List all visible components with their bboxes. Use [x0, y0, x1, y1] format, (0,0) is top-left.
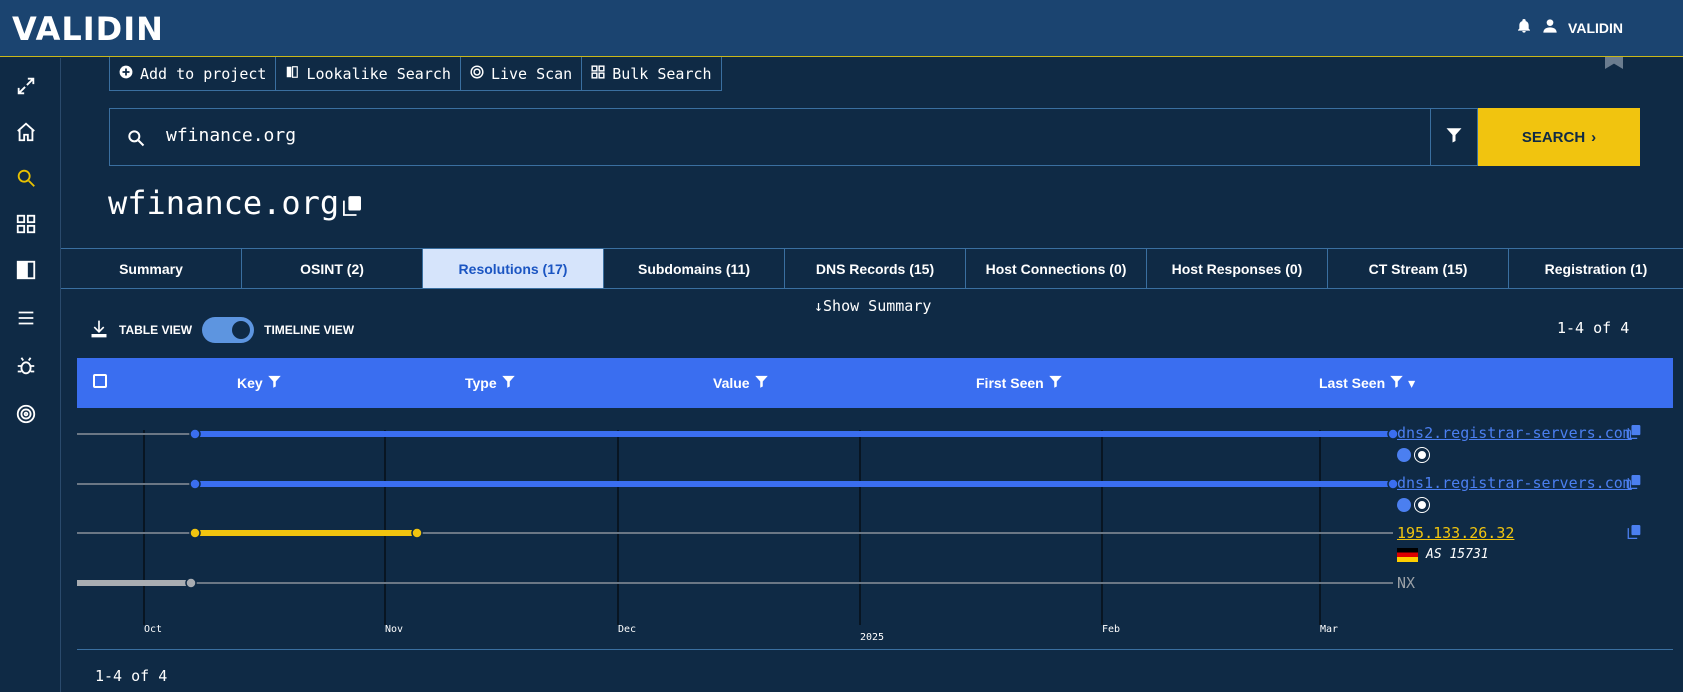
- chevron-right-icon: ›: [1591, 128, 1597, 146]
- download-icon[interactable]: [89, 319, 109, 342]
- table-header: Key Type Value First Seen Last Seen ▾: [77, 358, 1673, 408]
- search-icon[interactable]: [14, 166, 38, 190]
- germany-flag-icon: [1397, 547, 1418, 562]
- lookalike-icon: [285, 65, 299, 83]
- first-seen-point[interactable]: [189, 478, 201, 490]
- sort-desc-icon[interactable]: ▾: [1408, 375, 1415, 392]
- pager-top: 1-4 of 4: [1557, 319, 1630, 337]
- tab-registration[interactable]: Registration (1): [1509, 249, 1683, 288]
- axis-label: Feb: [1102, 624, 1121, 635]
- resolution-timeline: dns2.registrar-servers.com dns1.registra…: [77, 410, 1673, 650]
- search-input[interactable]: [166, 125, 1266, 146]
- column-first-seen[interactable]: First Seen: [976, 374, 1063, 392]
- first-seen-point[interactable]: [189, 527, 201, 539]
- last-seen-point[interactable]: [185, 577, 197, 589]
- tab-ct-stream[interactable]: CT Stream (15): [1328, 249, 1509, 288]
- table-view-label[interactable]: TABLE VIEW: [119, 323, 192, 337]
- bug-icon[interactable]: [14, 354, 38, 378]
- user-icon[interactable]: [1542, 18, 1558, 37]
- axis-label: Dec: [618, 624, 637, 635]
- user-name[interactable]: VALIDIN: [1568, 20, 1623, 36]
- logo[interactable]: VALIDIN: [12, 10, 164, 48]
- add-to-project-button[interactable]: Add to project: [110, 57, 277, 90]
- plus-circle-icon: [119, 65, 133, 83]
- filter-icon[interactable]: [267, 374, 282, 392]
- tab-osint[interactable]: OSINT (2): [242, 249, 423, 288]
- bookmark-icon[interactable]: [1605, 57, 1623, 69]
- tab-host-responses[interactable]: Host Responses (0): [1147, 249, 1328, 288]
- tab-resolutions[interactable]: Resolutions (17): [423, 249, 604, 288]
- tag-icon[interactable]: [1414, 447, 1430, 463]
- target-icon[interactable]: [14, 402, 38, 426]
- first-seen-point[interactable]: [189, 428, 201, 440]
- grid-icon: [591, 64, 605, 83]
- show-summary-link[interactable]: ↓Show Summary: [814, 297, 931, 315]
- axis-label: Mar: [1320, 624, 1339, 635]
- top-bar: VALIDIN VALIDIN: [0, 0, 1683, 57]
- bulk-search-button[interactable]: Bulk Search: [582, 57, 720, 90]
- page-title: wfinance.org: [108, 184, 362, 224]
- last-seen-point[interactable]: [411, 527, 423, 539]
- tab-subdomains[interactable]: Subdomains (11): [604, 249, 785, 288]
- axis-label: 2025: [860, 632, 885, 643]
- axis-label: Nov: [385, 624, 404, 635]
- tag-icon[interactable]: [1414, 497, 1430, 513]
- resolution-nx: NX: [1397, 574, 1416, 592]
- divider: [77, 649, 1673, 650]
- list-icon[interactable]: [14, 306, 38, 330]
- timeline-view-label[interactable]: TIMELINE VIEW: [264, 323, 354, 337]
- filter-icon: [1445, 126, 1463, 149]
- copy-icon[interactable]: [1627, 475, 1641, 489]
- lookalike-icon[interactable]: [14, 258, 38, 282]
- filter-icon[interactable]: [1389, 374, 1404, 392]
- live-scan-button[interactable]: Live Scan: [461, 57, 583, 90]
- top-right-menu: VALIDIN: [1516, 18, 1623, 37]
- tab-host-connections[interactable]: Host Connections (0): [966, 249, 1147, 288]
- asn-info: AS 15731: [1397, 547, 1489, 562]
- row-badges: [1397, 447, 1430, 463]
- expand-icon[interactable]: [14, 74, 38, 98]
- column-type[interactable]: Type: [465, 374, 516, 392]
- column-value[interactable]: Value: [713, 374, 769, 392]
- lookalike-search-button[interactable]: Lookalike Search: [276, 57, 461, 90]
- search-filter-button[interactable]: [1430, 108, 1478, 166]
- row-badges: [1397, 497, 1430, 513]
- axis-label: Oct: [144, 624, 163, 635]
- search-bar: [109, 108, 1431, 166]
- column-key[interactable]: Key: [237, 374, 282, 392]
- home-icon[interactable]: [14, 120, 38, 144]
- select-all-checkbox[interactable]: [93, 374, 107, 388]
- pager-bottom: 1-4 of 4: [95, 667, 168, 685]
- view-switch[interactable]: [202, 317, 255, 343]
- resolution-link-ip[interactable]: 195.133.26.32: [1397, 524, 1514, 542]
- tab-summary[interactable]: Summary: [61, 249, 242, 288]
- copy-icon[interactable]: [343, 186, 362, 224]
- filter-icon[interactable]: [754, 374, 769, 392]
- tab-dns-records[interactable]: DNS Records (15): [785, 249, 966, 288]
- target-icon: [470, 64, 484, 83]
- column-last-seen[interactable]: Last Seen ▾: [1319, 374, 1415, 392]
- result-tabs: Summary OSINT (2) Resolutions (17) Subdo…: [61, 248, 1683, 289]
- tag-icon[interactable]: [1397, 498, 1411, 512]
- sidebar: [0, 58, 61, 692]
- view-toggle: TABLE VIEW TIMELINE VIEW: [89, 317, 354, 343]
- resolution-link-dns2[interactable]: dns2.registrar-servers.com: [1397, 424, 1632, 442]
- filter-icon[interactable]: [1048, 374, 1063, 392]
- tag-icon[interactable]: [1397, 448, 1411, 462]
- action-toolbar: Add to project Lookalike Search Live Sca…: [109, 57, 722, 91]
- bell-icon[interactable]: [1516, 18, 1532, 37]
- resolution-link-dns1[interactable]: dns1.registrar-servers.com: [1397, 474, 1632, 492]
- filter-icon[interactable]: [501, 374, 516, 392]
- copy-icon[interactable]: [1627, 525, 1641, 539]
- grid-icon[interactable]: [14, 212, 38, 236]
- search-button[interactable]: SEARCH ›: [1478, 108, 1640, 166]
- copy-icon[interactable]: [1627, 425, 1641, 439]
